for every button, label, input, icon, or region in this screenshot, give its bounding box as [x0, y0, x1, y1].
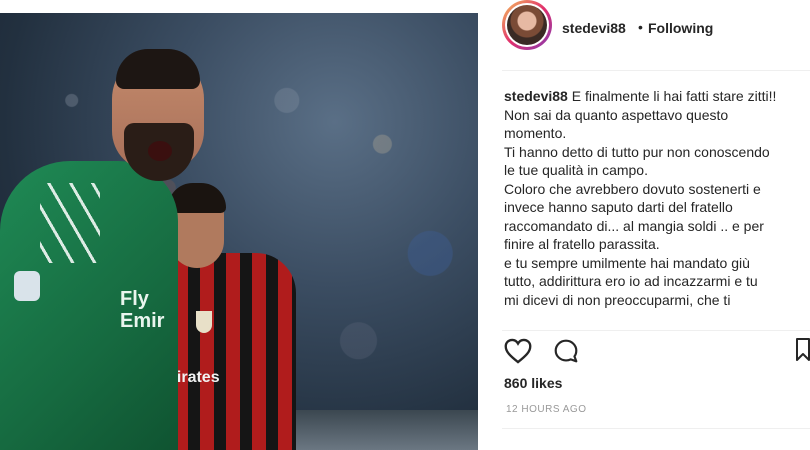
comment-icon[interactable]: [552, 338, 580, 364]
caption-line: stedevi88 E finalmente li hai fatti star…: [504, 87, 808, 106]
caption: stedevi88 E finalmente li hai fatti star…: [504, 87, 808, 327]
sleeve-badge: [14, 271, 40, 301]
caption-line: Ti hanno detto di tutto pur non conoscen…: [504, 143, 770, 160]
avatar-photo: [507, 5, 547, 45]
avatar-ring: [505, 3, 549, 47]
caption-line: finire al fratello parassita.: [504, 236, 660, 252]
heart-icon[interactable]: [504, 338, 532, 364]
divider: [502, 330, 810, 331]
caption-line: mi dicevi di non preoccuparmi, che ti: [504, 291, 731, 308]
club-crest: [196, 311, 212, 333]
shirt-stripes: [40, 183, 100, 263]
bookmark-icon[interactable]: [796, 338, 810, 362]
separator-dot: •: [638, 19, 643, 35]
caption-line: Coloro che avrebbero dovuto sostenerti e: [504, 180, 761, 197]
post-header: stedevi88 • Following: [478, 0, 810, 56]
caption-line: Non sai da quanto aspettavo questo: [504, 106, 729, 123]
goalkeeper-hair: [116, 49, 200, 89]
caption-line: momento.: [504, 125, 567, 141]
caption-text: E finalmente li hai fatti stare zitti!!: [571, 88, 777, 104]
goalkeeper-mouth: [148, 141, 172, 161]
likes-count[interactable]: 860 likes: [504, 375, 562, 391]
avatar[interactable]: [502, 0, 552, 50]
divider: [502, 428, 810, 429]
post-photo[interactable]: Fly Emirates Fly Emir: [0, 13, 478, 450]
following-button[interactable]: Following: [648, 20, 713, 36]
divider: [502, 70, 810, 71]
caption-username[interactable]: stedevi88: [504, 88, 568, 104]
username-link[interactable]: stedevi88: [562, 20, 626, 36]
action-bar: [504, 338, 810, 366]
post-timestamp[interactable]: 12 HOURS AGO: [506, 404, 586, 415]
caption-line: invece hanno saputo darti del fratello: [504, 199, 733, 215]
post-panel: stedevi88 • Following stedevi88 E finalm…: [478, 0, 810, 450]
goalkeeper-sponsor-text: Fly Emir: [120, 288, 165, 332]
caption-line: raccomandato di... al mangia soldi .. e …: [504, 217, 764, 234]
caption-line: le tue qualità in campo.: [504, 162, 648, 178]
caption-line: e tu sempre umilmente hai mandato giù: [504, 254, 750, 271]
caption-line: tutto, addirittura ero io ad incazzarmi …: [504, 273, 758, 289]
